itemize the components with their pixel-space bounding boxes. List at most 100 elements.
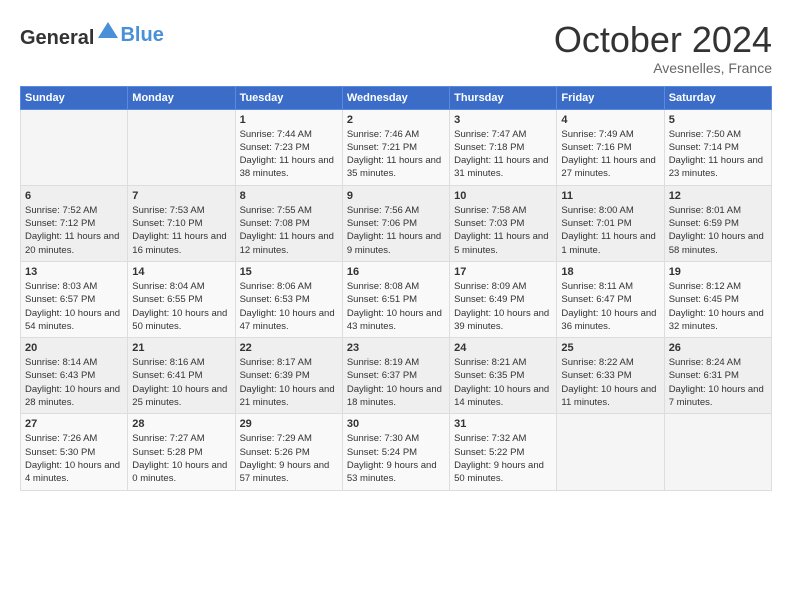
day-number: 3 xyxy=(454,114,552,126)
day-number: 12 xyxy=(669,190,767,202)
day-info: Sunrise: 8:06 AMSunset: 6:53 PMDaylight:… xyxy=(240,280,338,333)
calendar-cell: 25 Sunrise: 8:22 AMSunset: 6:33 PMDayligh… xyxy=(557,338,664,414)
day-number: 16 xyxy=(347,266,445,278)
day-number: 21 xyxy=(132,342,230,354)
calendar-header-wednesday: Wednesday xyxy=(342,86,449,109)
calendar-cell: 7 Sunrise: 7:53 AMSunset: 7:10 PMDaylight… xyxy=(128,185,235,261)
day-number: 9 xyxy=(347,190,445,202)
day-info: Sunrise: 7:52 AMSunset: 7:12 PMDaylight:… xyxy=(25,204,123,257)
day-info: Sunrise: 8:17 AMSunset: 6:39 PMDaylight:… xyxy=(240,356,338,409)
calendar-cell: 30 Sunrise: 7:30 AMSunset: 5:24 PMDayligh… xyxy=(342,414,449,490)
day-number: 19 xyxy=(669,266,767,278)
day-number: 27 xyxy=(25,418,123,430)
logo-general: General xyxy=(20,27,94,49)
logo-container: General Blue xyxy=(20,20,164,50)
day-number: 6 xyxy=(25,190,123,202)
calendar-header-thursday: Thursday xyxy=(450,86,557,109)
day-number: 2 xyxy=(347,114,445,126)
calendar-cell xyxy=(128,109,235,185)
calendar-cell xyxy=(664,414,771,490)
day-info: Sunrise: 8:22 AMSunset: 6:33 PMDaylight:… xyxy=(561,356,659,409)
day-number: 11 xyxy=(561,190,659,202)
calendar-week-5: 27Sunrise: 7:26 AMSunset: 5:30 PMDayligh… xyxy=(21,414,772,490)
location: Avesnelles, France xyxy=(554,60,772,76)
day-info: Sunrise: 8:01 AMSunset: 6:59 PMDaylight:… xyxy=(669,204,767,257)
day-info: Sunrise: 8:08 AMSunset: 6:51 PMDaylight:… xyxy=(347,280,445,333)
calendar-cell: 27Sunrise: 7:26 AMSunset: 5:30 PMDayligh… xyxy=(21,414,128,490)
calendar-cell: 9Sunrise: 7:56 AMSunset: 7:06 PMDaylight… xyxy=(342,185,449,261)
calendar-cell: 22 Sunrise: 8:17 AMSunset: 6:39 PMDayligh… xyxy=(235,338,342,414)
day-info: Sunrise: 8:09 AMSunset: 6:49 PMDaylight:… xyxy=(454,280,552,333)
day-number: 23 xyxy=(347,342,445,354)
logo-icon xyxy=(96,20,120,44)
day-info: Sunrise: 7:29 AMSunset: 5:26 PMDaylight:… xyxy=(240,432,338,485)
day-info: Sunrise: 7:30 AMSunset: 5:24 PMDaylight:… xyxy=(347,432,445,485)
calendar-cell: 26 Sunrise: 8:24 AMSunset: 6:31 PMDayligh… xyxy=(664,338,771,414)
calendar-cell xyxy=(21,109,128,185)
calendar-cell: 12 Sunrise: 8:01 AMSunset: 6:59 PMDayligh… xyxy=(664,185,771,261)
calendar-header-monday: Monday xyxy=(128,86,235,109)
calendar-cell: 4Sunrise: 7:49 AMSunset: 7:16 PMDaylight… xyxy=(557,109,664,185)
day-number: 1 xyxy=(240,114,338,126)
day-number: 29 xyxy=(240,418,338,430)
calendar-cell: 17 Sunrise: 8:09 AMSunset: 6:49 PMDayligh… xyxy=(450,261,557,337)
day-info: Sunrise: 7:55 AMSunset: 7:08 PMDaylight:… xyxy=(240,204,338,257)
calendar-cell xyxy=(557,414,664,490)
day-number: 28 xyxy=(132,418,230,430)
day-info: Sunrise: 7:27 AMSunset: 5:28 PMDaylight:… xyxy=(132,432,230,485)
day-info: Sunrise: 7:44 AMSunset: 7:23 PMDaylight:… xyxy=(240,128,338,181)
day-number: 7 xyxy=(132,190,230,202)
month-title: October 2024 xyxy=(554,20,772,60)
calendar-cell: 18 Sunrise: 8:11 AMSunset: 6:47 PMDayligh… xyxy=(557,261,664,337)
day-info: Sunrise: 8:21 AMSunset: 6:35 PMDaylight:… xyxy=(454,356,552,409)
day-info: Sunrise: 8:19 AMSunset: 6:37 PMDaylight:… xyxy=(347,356,445,409)
day-info: Sunrise: 8:11 AMSunset: 6:47 PMDaylight:… xyxy=(561,280,659,333)
calendar-table: SundayMondayTuesdayWednesdayThursdayFrid… xyxy=(20,86,772,491)
calendar-header-friday: Friday xyxy=(557,86,664,109)
day-info: Sunrise: 8:12 AMSunset: 6:45 PMDaylight:… xyxy=(669,280,767,333)
day-info: Sunrise: 8:00 AMSunset: 7:01 PMDaylight:… xyxy=(561,204,659,257)
day-info: Sunrise: 7:50 AMSunset: 7:14 PMDaylight:… xyxy=(669,128,767,181)
calendar-cell: 1 Sunrise: 7:44 AMSunset: 7:23 PMDaylight… xyxy=(235,109,342,185)
calendar-cell: 15 Sunrise: 8:06 AMSunset: 6:53 PMDayligh… xyxy=(235,261,342,337)
day-info: Sunrise: 7:47 AMSunset: 7:18 PMDaylight:… xyxy=(454,128,552,181)
calendar-cell: 24Sunrise: 8:21 AMSunset: 6:35 PMDayligh… xyxy=(450,338,557,414)
day-number: 26 xyxy=(669,342,767,354)
day-number: 5 xyxy=(669,114,767,126)
calendar-cell: 14Sunrise: 8:04 AMSunset: 6:55 PMDayligh… xyxy=(128,261,235,337)
calendar-header-sunday: Sunday xyxy=(21,86,128,109)
day-info: Sunrise: 7:32 AMSunset: 5:22 PMDaylight:… xyxy=(454,432,552,485)
day-info: Sunrise: 7:46 AMSunset: 7:21 PMDaylight:… xyxy=(347,128,445,181)
day-number: 20 xyxy=(25,342,123,354)
day-number: 22 xyxy=(240,342,338,354)
day-info: Sunrise: 8:16 AMSunset: 6:41 PMDaylight:… xyxy=(132,356,230,409)
day-info: Sunrise: 8:24 AMSunset: 6:31 PMDaylight:… xyxy=(669,356,767,409)
day-info: Sunrise: 7:53 AMSunset: 7:10 PMDaylight:… xyxy=(132,204,230,257)
day-number: 25 xyxy=(561,342,659,354)
page: General Blue October 2024 Avesnelles, Fr… xyxy=(0,0,792,501)
calendar-cell: 6 Sunrise: 7:52 AMSunset: 7:12 PMDaylight… xyxy=(21,185,128,261)
day-number: 15 xyxy=(240,266,338,278)
calendar-cell: 3 Sunrise: 7:47 AMSunset: 7:18 PMDaylight… xyxy=(450,109,557,185)
day-number: 13 xyxy=(25,266,123,278)
logo: General Blue xyxy=(20,20,164,50)
calendar-cell: 16 Sunrise: 8:08 AMSunset: 6:51 PMDayligh… xyxy=(342,261,449,337)
header: General Blue October 2024 Avesnelles, Fr… xyxy=(20,20,772,76)
calendar-cell: 13Sunrise: 8:03 AMSunset: 6:57 PMDayligh… xyxy=(21,261,128,337)
calendar-cell: 20 Sunrise: 8:14 AMSunset: 6:43 PMDayligh… xyxy=(21,338,128,414)
header-right: October 2024 Avesnelles, France xyxy=(554,20,772,76)
day-info: Sunrise: 7:58 AMSunset: 7:03 PMDaylight:… xyxy=(454,204,552,257)
calendar-cell: 11 Sunrise: 8:00 AMSunset: 7:01 PMDayligh… xyxy=(557,185,664,261)
calendar-cell: 21 Sunrise: 8:16 AMSunset: 6:41 PMDayligh… xyxy=(128,338,235,414)
calendar-header-row: SundayMondayTuesdayWednesdayThursdayFrid… xyxy=(21,86,772,109)
logo-blue-text: Blue xyxy=(120,24,163,47)
day-number: 18 xyxy=(561,266,659,278)
day-number: 8 xyxy=(240,190,338,202)
day-info: Sunrise: 8:14 AMSunset: 6:43 PMDaylight:… xyxy=(25,356,123,409)
calendar-week-1: 1 Sunrise: 7:44 AMSunset: 7:23 PMDaylight… xyxy=(21,109,772,185)
calendar-cell: 5 Sunrise: 7:50 AMSunset: 7:14 PMDaylight… xyxy=(664,109,771,185)
calendar-header-saturday: Saturday xyxy=(664,86,771,109)
day-number: 30 xyxy=(347,418,445,430)
day-number: 17 xyxy=(454,266,552,278)
calendar-cell: 8 Sunrise: 7:55 AMSunset: 7:08 PMDaylight… xyxy=(235,185,342,261)
